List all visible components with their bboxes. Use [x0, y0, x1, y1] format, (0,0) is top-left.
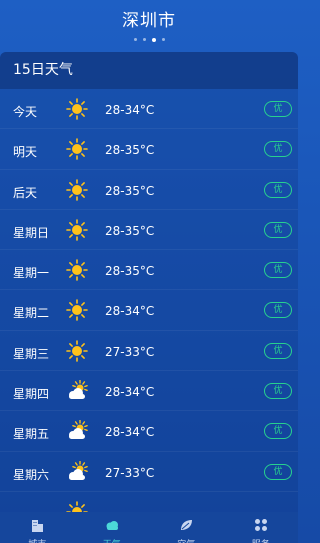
city-icon — [32, 520, 44, 532]
sun-icon — [66, 178, 88, 201]
forecast-row[interactable]: 星期三 27-33°C 优 — [0, 331, 298, 372]
panel-title: 15日天气 — [0, 52, 298, 89]
forecast-temp: 28-35°C — [105, 143, 155, 158]
forecast-row[interactable]: 明天 28-35°C 优 — [0, 129, 298, 170]
tab-city[interactable]: 城市 — [0, 512, 75, 543]
forecast-day: 后天 — [13, 185, 38, 200]
aqi-badge[interactable]: 优 — [264, 221, 292, 238]
forecast-temp: 28-34°C — [105, 385, 155, 400]
forecast-day: 星期四 — [13, 387, 50, 402]
forecast-temp: 28-35°C — [105, 264, 155, 279]
forecast-row[interactable]: 星期日 28-35°C 优 — [0, 210, 298, 251]
partly-cloudy-icon — [69, 420, 88, 440]
tab-label: 城市 — [0, 537, 75, 543]
forecast-panel[interactable]: 15日天气 今天 28-34°C 优明天 28-35°C 优后天 28-35°C 优星期日 2… — [0, 52, 298, 512]
forecast-row[interactable]: 星期五 28-34°C 优 — [0, 411, 298, 452]
forecast-day: 星期六 — [13, 467, 50, 482]
aqi-badge[interactable]: 优 — [264, 141, 292, 158]
partly-cloudy-icon — [69, 380, 88, 400]
tab-label: 空气 — [149, 537, 224, 543]
sun-icon — [66, 98, 88, 120]
header: 深圳市 — [0, 0, 298, 50]
sun-icon — [66, 299, 88, 322]
forecast-temp: 28-35°C — [105, 183, 155, 198]
aqi-badge[interactable]: 优 — [264, 423, 292, 440]
sun-icon — [66, 138, 88, 161]
forecast-row[interactable]: 星期一 28-35°C 优 — [0, 250, 298, 291]
sun-icon — [66, 219, 88, 241]
tab-label: 服务 — [224, 537, 299, 543]
sun-icon — [66, 259, 88, 281]
sun-icon — [66, 339, 88, 362]
forecast-row[interactable]: 星期四 28-34°C 优 — [0, 371, 298, 412]
page-dot-active — [151, 37, 156, 42]
sun-icon — [66, 501, 88, 512]
leaf-icon — [181, 520, 193, 530]
aqi-badge[interactable]: 优 — [264, 302, 292, 319]
grid-icon — [254, 519, 267, 531]
forecast-row[interactable]: 后天 28-35°C 优 — [0, 170, 298, 210]
aqi-badge[interactable]: 优 — [264, 383, 292, 400]
forecast-day: 星期日 — [13, 225, 50, 240]
aqi-badge[interactable]: 优 — [264, 342, 292, 359]
forecast-row[interactable]: 今天 28-34°C 优 — [0, 89, 298, 130]
forecast-row[interactable]: 星期六 27-33°C 优 — [0, 452, 298, 492]
forecast-day: 星期二 — [13, 306, 50, 321]
aqi-badge[interactable]: 优 — [264, 463, 292, 480]
partly-cloudy-icon — [69, 460, 88, 480]
tab-air[interactable]: 空气 — [149, 512, 224, 543]
forecast-row[interactable] — [0, 492, 298, 512]
page-dot — [161, 38, 165, 41]
forecast-temp: 28-35°C — [105, 223, 155, 238]
aqi-badge[interactable]: 优 — [264, 181, 292, 198]
forecast-list: 今天 28-34°C 优明天 28-35°C 优后天 28-35°C 优星期日 28-35°C… — [0, 89, 298, 512]
weather-icon — [106, 521, 118, 530]
forecast-temp: 28-34°C — [105, 425, 155, 440]
forecast-temp: 28-34°C — [105, 103, 155, 117]
tab-bar: 城市 天气 空气 服务 — [0, 512, 298, 543]
forecast-day: 星期一 — [13, 266, 50, 281]
forecast-temp: 27-33°C — [105, 465, 155, 480]
forecast-row[interactable]: 星期二 28-34°C 优 — [0, 290, 298, 331]
forecast-day: 今天 — [13, 105, 38, 119]
city-title[interactable]: 深圳市 — [0, 6, 298, 31]
forecast-day: 星期五 — [13, 427, 50, 442]
forecast-temp: 27-33°C — [105, 344, 155, 359]
forecast-day: 星期三 — [13, 346, 50, 361]
forecast-temp: 28-34°C — [105, 304, 155, 319]
tab-label: 天气 — [75, 537, 150, 543]
forecast-day: 明天 — [13, 145, 38, 160]
aqi-badge[interactable]: 优 — [264, 101, 292, 117]
tab-service[interactable]: 服务 — [224, 512, 299, 543]
aqi-badge[interactable]: 优 — [264, 262, 292, 279]
page-dot — [133, 38, 137, 41]
page-indicator — [0, 37, 298, 42]
tab-weather[interactable]: 天气 — [75, 512, 150, 543]
page-dot — [142, 38, 146, 41]
